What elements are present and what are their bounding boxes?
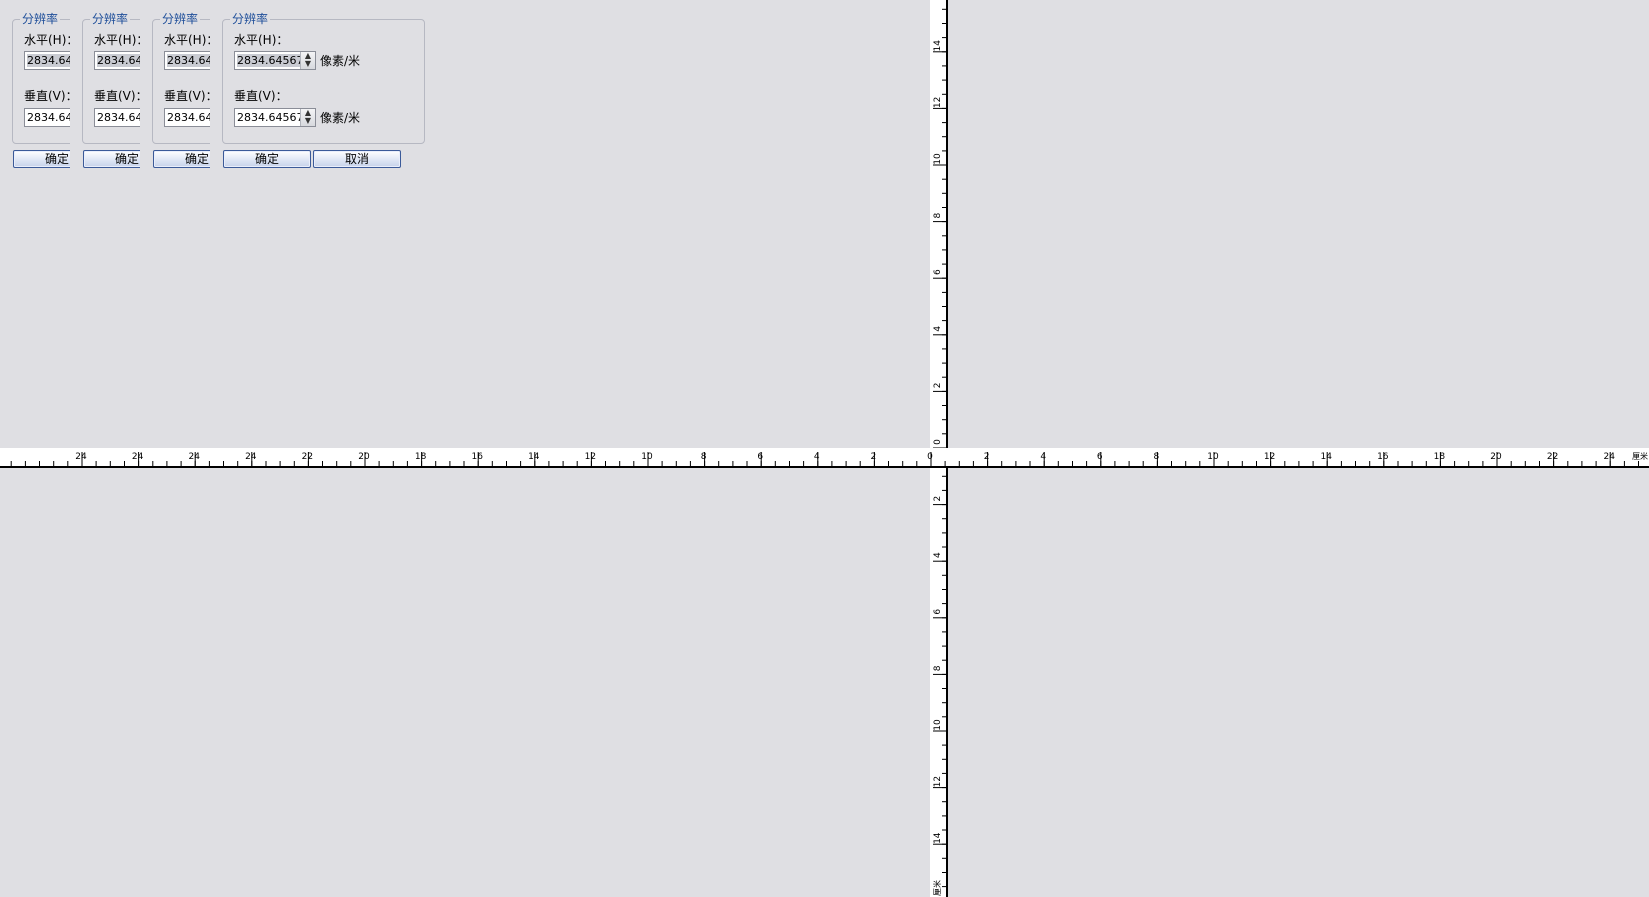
ruler-tick-label: 0 bbox=[933, 439, 943, 445]
horizontal-unit: 像素/米 bbox=[320, 54, 361, 68]
horizontal-ruler[interactable]: 24 24 24 24 22 20 18 16 14 12 10 8 6 4 2 0 2 4 6 8 10 12 14 16 1… bbox=[0, 448, 1649, 468]
ruler-tick-label: 4 bbox=[933, 326, 943, 332]
ruler-tick-label: 6 bbox=[757, 452, 763, 462]
ruler-tick-label: 22 bbox=[1547, 452, 1558, 462]
ruler-unit-label: 厘米 bbox=[1632, 451, 1648, 461]
ok-button[interactable]: 确定 bbox=[13, 150, 70, 168]
ruler-tick-label: 24 bbox=[188, 452, 200, 462]
workspace-canvas: 分辨率 水平(H)： 2834.645 垂直(V)： 2834.645 确定 分… bbox=[0, 0, 1649, 897]
ruler-tick-label: 10 bbox=[933, 153, 943, 165]
vertical-label: 垂直(V)： bbox=[234, 89, 288, 103]
horizontal-label: 水平(H)： bbox=[94, 33, 140, 47]
vertical-field[interactable]: 2834.645 bbox=[24, 108, 70, 127]
ruler-tick-label: 12 bbox=[933, 776, 943, 787]
vertical-value: 2834.64567 bbox=[237, 111, 304, 124]
cancel-button[interactable]: 取消 bbox=[313, 150, 401, 168]
vertical-value: 2834.645 bbox=[97, 111, 140, 124]
group-title: 分辨率 bbox=[90, 12, 131, 26]
vertical-field[interactable]: 2834.645 bbox=[164, 108, 210, 127]
ok-button[interactable]: 确定 bbox=[83, 150, 140, 168]
vertical-value: 2834.645 bbox=[167, 111, 210, 124]
horizontal-field[interactable]: 2834.645 bbox=[164, 51, 210, 70]
ruler-tick-label: 10 bbox=[1207, 452, 1219, 462]
vertical-label: 垂直(V)： bbox=[24, 89, 70, 103]
group-title: 分辨率 bbox=[160, 12, 201, 26]
group-title: 分辨率 bbox=[20, 12, 61, 26]
ruler-tick-label: 22 bbox=[302, 452, 313, 462]
vertical-spinbox[interactable]: 2834.64567 ▲ ▼ bbox=[234, 108, 316, 127]
ruler-tick-label: 6 bbox=[1097, 452, 1103, 462]
ruler-tick-label: 16 bbox=[471, 452, 483, 462]
ruler-tick-label: 20 bbox=[358, 452, 370, 462]
ok-button[interactable]: 确定 bbox=[223, 150, 311, 168]
ruler-tick-label: 18 bbox=[415, 452, 427, 462]
horizontal-label: 水平(H)： bbox=[24, 33, 70, 47]
ruler-unit-label: 厘米 bbox=[932, 880, 942, 896]
horizontal-label: 水平(H)： bbox=[164, 33, 210, 47]
horizontal-field[interactable]: 2834.645 bbox=[24, 51, 70, 70]
ruler-tick-label: 24 bbox=[245, 452, 257, 462]
vertical-unit: 像素/米 bbox=[320, 111, 361, 125]
vertical-label: 垂直(V)： bbox=[164, 89, 210, 103]
vertical-label: 垂直(V)： bbox=[94, 89, 140, 103]
ruler-tick-label: 6 bbox=[933, 609, 943, 615]
resolution-dialog-3: 分辨率 水平(H)： 2834.645 垂直(V)： 2834.645 确定 bbox=[152, 0, 210, 175]
ruler-tick-label: 2 bbox=[933, 496, 943, 502]
ruler-tick-label: 16 bbox=[1377, 452, 1389, 462]
spin-arrows-icon[interactable]: ▲ ▼ bbox=[300, 109, 315, 126]
ruler-tick-label: 4 bbox=[933, 552, 943, 558]
ruler-tick-label: 0 bbox=[927, 452, 933, 462]
vertical-field[interactable]: 2834.645 bbox=[94, 108, 140, 127]
group-title: 分辨率 bbox=[230, 12, 271, 26]
ruler-tick-label: 24 bbox=[1603, 452, 1615, 462]
ruler-tick-label: 14 bbox=[933, 40, 943, 52]
ruler-tick-label: 2 bbox=[933, 383, 943, 389]
ruler-tick-label: 10 bbox=[641, 452, 653, 462]
ruler-tick-label: 14 bbox=[1320, 452, 1332, 462]
ruler-tick-label: 8 bbox=[1154, 452, 1160, 462]
horizontal-field[interactable]: 2834.645 bbox=[94, 51, 140, 70]
ruler-tick-label: 4 bbox=[814, 452, 820, 462]
horizontal-value: 2834.645 bbox=[27, 54, 70, 67]
ruler-tick-label: 14 bbox=[528, 452, 540, 462]
resolution-dialog-4: 分辨率 水平(H)： 2834.64567 ▲ ▼ 像素/米 垂直(V)： 283… bbox=[222, 0, 427, 175]
ruler-tick-label: 10 bbox=[933, 719, 943, 731]
horizontal-ruler-scale: 24 24 24 24 22 20 18 16 14 12 10 8 6 4 2 0 2 4 6 8 10 12 14 16 1… bbox=[10, 451, 1648, 466]
spin-arrows-icon[interactable]: ▲ ▼ bbox=[300, 52, 315, 69]
ruler-tick-label: 12 bbox=[1264, 452, 1275, 462]
ruler-tick-label: 20 bbox=[1490, 452, 1502, 462]
ruler-tick-label: 2 bbox=[984, 452, 990, 462]
ruler-tick-label: 8 bbox=[701, 452, 707, 462]
ruler-tick-label: 8 bbox=[933, 665, 943, 671]
resolution-dialog-2: 分辨率 水平(H)： 2834.645 垂直(V)： 2834.645 确定 bbox=[82, 0, 140, 175]
horizontal-label: 水平(H)： bbox=[234, 33, 289, 47]
ruler-tick-label: 12 bbox=[585, 452, 596, 462]
ruler-tick-label: 24 bbox=[132, 452, 144, 462]
horizontal-value: 2834.64567 bbox=[237, 54, 304, 67]
ruler-tick-label: 14 bbox=[933, 832, 943, 844]
ruler-tick-label: 12 bbox=[933, 97, 943, 108]
ruler-tick-label: 18 bbox=[1434, 452, 1446, 462]
ruler-tick-label: 24 bbox=[75, 452, 87, 462]
ruler-tick-label: 2 bbox=[871, 452, 877, 462]
horizontal-value: 2834.645 bbox=[97, 54, 140, 67]
horizontal-spinbox[interactable]: 2834.64567 ▲ ▼ bbox=[234, 51, 316, 70]
resolution-dialog-1: 分辨率 水平(H)： 2834.645 垂直(V)： 2834.645 确定 bbox=[12, 0, 70, 175]
ok-button[interactable]: 确定 bbox=[153, 150, 210, 168]
ruler-tick-label: 4 bbox=[1040, 452, 1046, 462]
vertical-value: 2834.645 bbox=[27, 111, 70, 124]
horizontal-value: 2834.645 bbox=[167, 54, 210, 67]
ruler-tick-label: 8 bbox=[933, 212, 943, 218]
ruler-tick-label: 6 bbox=[933, 269, 943, 275]
